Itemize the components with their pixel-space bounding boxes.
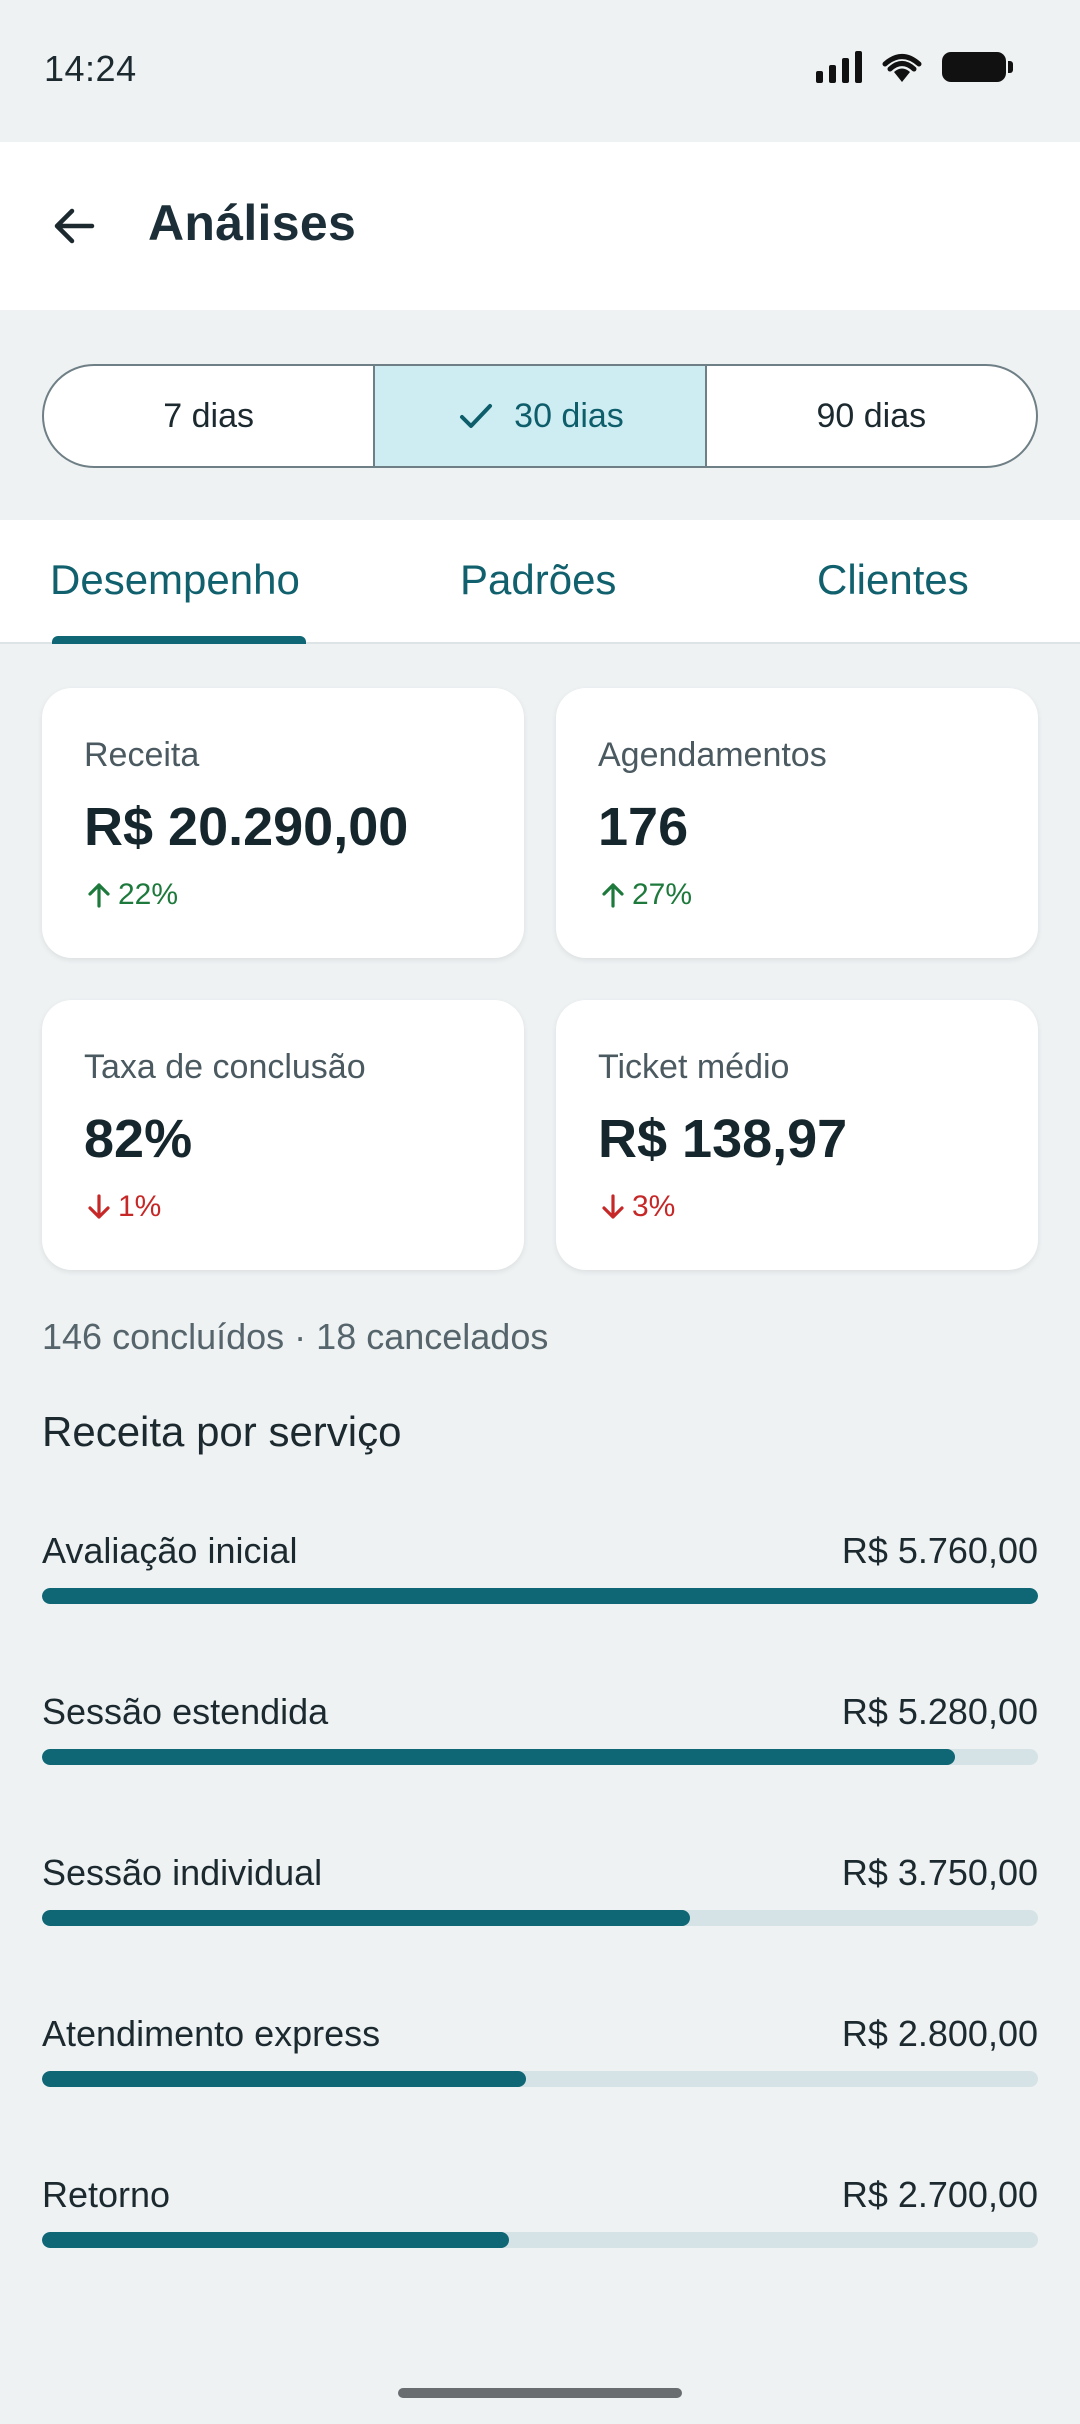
app-bar: Análises (0, 142, 1080, 310)
service-row: Sessão estendida R$ 5.280,00 (42, 1691, 1038, 1791)
service-value: R$ 5.760,00 (841, 1530, 1038, 1571)
page-title: Análises (148, 195, 357, 251)
tab-bar: Desempenho Padrões Clientes (0, 520, 1080, 644)
arrow-up-icon (602, 883, 624, 908)
service-bar-track (42, 1749, 1038, 1765)
metric-trend: 22% (84, 878, 178, 912)
active-tab-indicator (52, 636, 306, 644)
metric-label: Ticket médio (598, 1048, 790, 1086)
metric-value: 82% (84, 1109, 193, 1169)
service-row: Sessão individual R$ 3.750,00 (42, 1852, 1038, 1952)
range-option-label: 30 dias (514, 396, 624, 435)
service-bar-fill (42, 1910, 691, 1926)
range-option-label: 7 dias (163, 396, 255, 435)
service-row: Retorno R$ 2.700,00 (42, 2174, 1038, 2274)
service-row: Atendimento express R$ 2.800,00 (42, 2013, 1038, 2113)
appointments-summary: 146 concluídos · 18 cancelados (42, 1316, 549, 1357)
service-value: R$ 3.750,00 (841, 1852, 1038, 1893)
service-bar-fill (42, 1588, 1038, 1604)
arrow-down-icon (602, 1194, 624, 1219)
metric-card-revenue: Receita R$ 20.290,00 22% (42, 688, 524, 958)
range-option-90-days[interactable]: 90 dias (704, 366, 1036, 466)
metric-label: Taxa de conclusão (84, 1048, 366, 1086)
range-option-7-days[interactable]: 7 dias (44, 366, 373, 466)
status-bar: 14:24 (0, 0, 1080, 142)
battery-icon (942, 52, 1013, 82)
service-name: Sessão individual (42, 1852, 323, 1893)
service-bar-fill (42, 2071, 527, 2087)
tab-clientes[interactable]: Clientes (817, 556, 969, 604)
metric-trend: 27% (598, 878, 692, 912)
arrow-down-icon (88, 1194, 110, 1219)
revenue-by-service-title: Receita por serviço (42, 1408, 402, 1455)
wifi-icon (882, 54, 922, 82)
tab-desempenho[interactable]: Desempenho (50, 556, 300, 604)
service-value: R$ 2.700,00 (841, 2174, 1038, 2215)
service-name: Atendimento express (42, 2013, 381, 2054)
metric-card-completion-rate: Taxa de conclusão 82% 1% (42, 1000, 524, 1270)
service-value: R$ 5.280,00 (841, 1691, 1038, 1732)
service-bar-fill (42, 2232, 509, 2248)
metric-trend-value: 22% (118, 878, 179, 911)
metric-trend-value: 1% (118, 1190, 162, 1223)
arrow-back-icon (54, 208, 95, 244)
range-selector-area: 7 dias 30 dias 90 dias (0, 310, 1080, 520)
signal-icon (816, 51, 862, 83)
metric-label: Agendamentos (598, 736, 827, 774)
service-bar-track (42, 1588, 1038, 1604)
metric-trend: 1% (84, 1190, 161, 1224)
tab-padroes[interactable]: Padrões (460, 556, 616, 604)
home-indicator[interactable] (398, 2388, 682, 2398)
metric-trend: 3% (598, 1190, 675, 1224)
service-name: Avaliação inicial (42, 1530, 298, 1571)
service-bar-track (42, 2232, 1038, 2248)
service-name: Sessão estendida (42, 1691, 329, 1732)
status-time: 14:24 (44, 48, 137, 89)
service-value: R$ 2.800,00 (841, 2013, 1038, 2054)
metric-value: R$ 138,97 (598, 1109, 848, 1169)
service-bar-fill (42, 1749, 955, 1765)
check-icon (456, 396, 496, 436)
range-segmented-control: 7 dias 30 dias 90 dias (42, 364, 1038, 468)
metric-trend-value: 27% (632, 878, 693, 911)
service-bar-track (42, 1910, 1038, 1926)
service-bar-track (42, 2071, 1038, 2087)
back-button[interactable] (34, 182, 114, 270)
service-name: Retorno (42, 2174, 171, 2215)
metric-value: R$ 20.290,00 (84, 797, 409, 857)
range-option-label: 90 dias (816, 396, 927, 435)
metric-card-average-ticket: Ticket médio R$ 138,97 3% (556, 1000, 1038, 1270)
range-option-30-days[interactable]: 30 dias (373, 366, 705, 466)
metric-value: 176 (598, 797, 689, 857)
status-icons (816, 50, 1013, 84)
metric-trend-value: 3% (632, 1190, 676, 1223)
metric-label: Receita (84, 736, 200, 774)
service-row: Avaliação inicial R$ 5.760,00 (42, 1530, 1038, 1630)
metric-card-appointments: Agendamentos 176 27% (556, 688, 1038, 958)
arrow-up-icon (88, 883, 110, 908)
